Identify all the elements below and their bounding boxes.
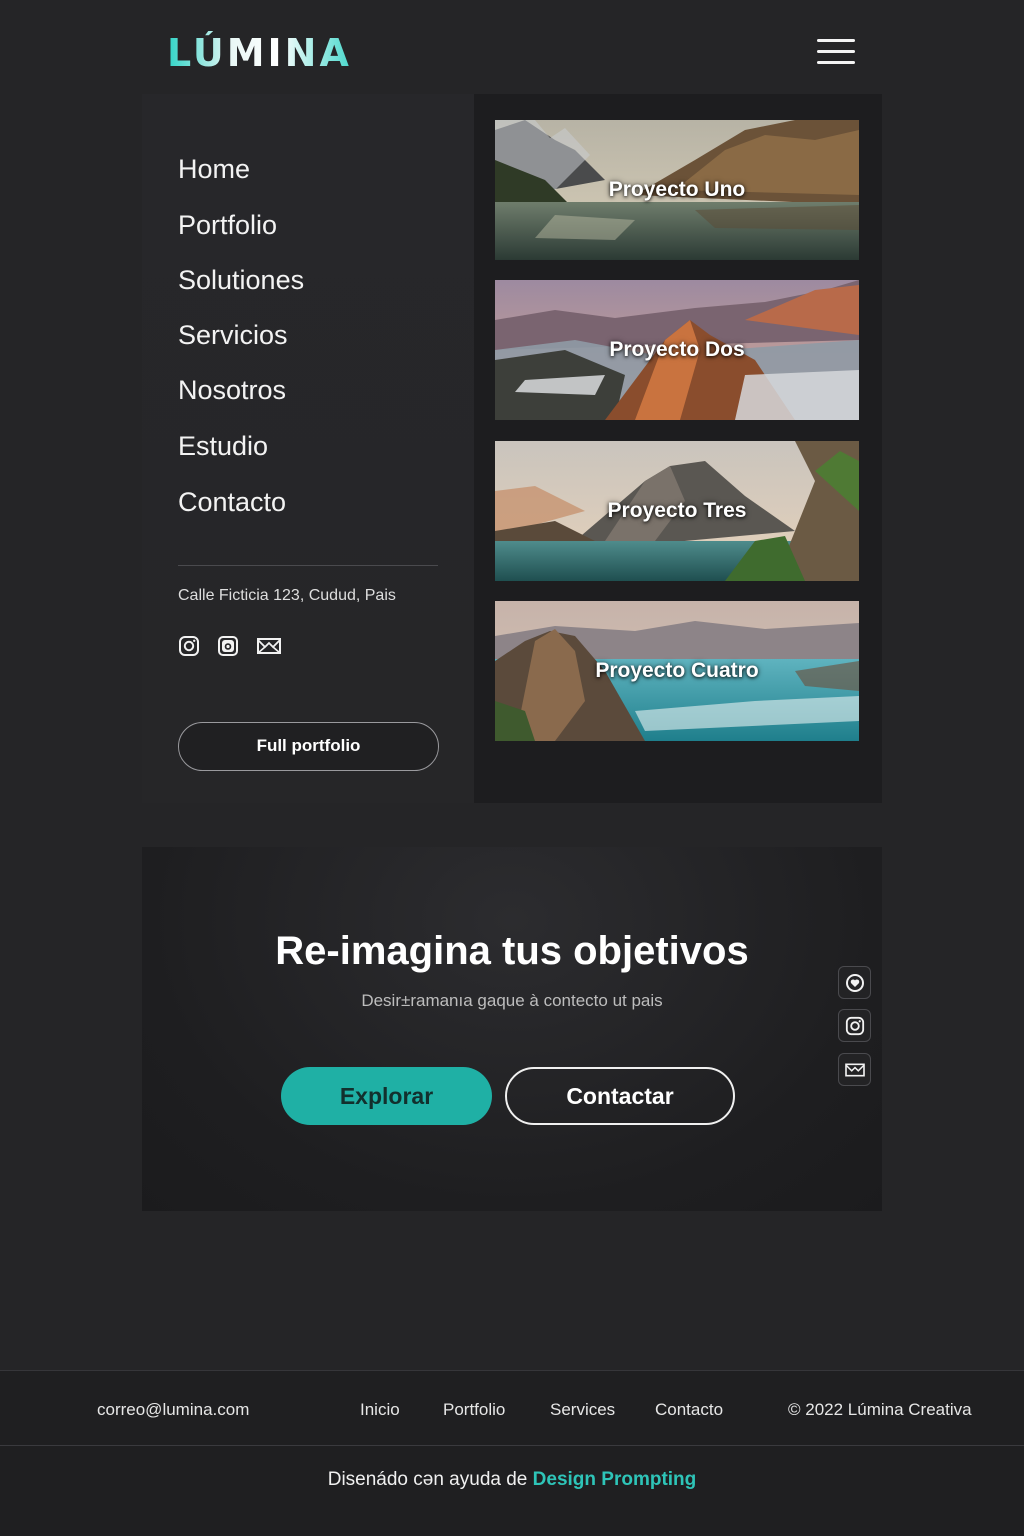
contact-button[interactable]: Contactar (505, 1067, 735, 1125)
explore-button[interactable]: Explorar (281, 1067, 492, 1125)
full-portfolio-button[interactable]: Full portfolio (178, 722, 439, 771)
project-title: Proyecto Tres (607, 499, 747, 522)
footer-link-portfolio[interactable]: Portfolio (443, 1399, 505, 1421)
credit-prefix: Disenádo cən ayuda de (327, 1469, 528, 1490)
instagram-icon[interactable] (178, 635, 200, 657)
social-links (178, 635, 282, 659)
project-gallery: Proyecto Uno Proyecto Dos Proyecto Tres … (474, 94, 882, 803)
project-title: Proyecto Uno (608, 178, 746, 201)
project-card-dos[interactable]: Proyecto Dos (495, 280, 859, 420)
design-prompting-link[interactable]: Design Prompting (533, 1469, 697, 1490)
nav-item-portfolio[interactable]: Portfolio (178, 208, 277, 242)
nav-item-estudio[interactable]: Estudio (178, 429, 268, 463)
nav-divider (178, 565, 438, 566)
hero-subtitle: Desir±ramanıa gaque à contecto ut pais (361, 991, 663, 1010)
copyright-text: © 2022 Lúmina Creativa (788, 1400, 972, 1419)
project-title: Proyecto Cuatro (595, 659, 759, 682)
address-text: Calle Ficticia 123, Cudud, Pais (178, 587, 396, 604)
site-footer: correo@lumina.com Inicio Portfolio Servi… (0, 1370, 1024, 1536)
mail-icon[interactable] (256, 635, 282, 657)
hamburger-menu-icon[interactable] (815, 37, 857, 67)
design-credit: Disenádo cən ayuda de Design Prompting (0, 1468, 1024, 1492)
site-header: LÚMINA (0, 0, 1024, 94)
nav-item-contacto[interactable]: Contacto (178, 485, 286, 519)
hero-section: Re-imagina tus objetivos Desir±ramanıa g… (142, 847, 882, 1211)
footer-email-link[interactable]: correo@lumina.com (97, 1399, 249, 1421)
footer-nav-row: correo@lumina.com Inicio Portfolio Servi… (0, 1371, 1024, 1446)
project-card-cuatro[interactable]: Proyecto Cuatro (495, 601, 859, 741)
footer-link-inicio[interactable]: Inicio (360, 1399, 400, 1421)
project-card-tres[interactable]: Proyecto Tres (495, 441, 859, 581)
instagram-icon[interactable] (838, 1009, 871, 1042)
project-card-uno[interactable]: Proyecto Uno (495, 120, 859, 260)
heart-badge-icon[interactable] (838, 966, 871, 999)
footer-link-contacto[interactable]: Contacto (655, 1399, 723, 1421)
footer-link-services[interactable]: Services (550, 1399, 615, 1421)
mail-icon[interactable] (838, 1053, 871, 1086)
nav-item-home[interactable]: Home (178, 152, 250, 186)
nav-item-servicios[interactable]: Servicios (178, 318, 288, 352)
nav-item-nosotros[interactable]: Nosotros (178, 373, 286, 407)
logo[interactable]: LÚMINA (167, 31, 352, 75)
navigation-panel: Home Portfolio Solutiones Servicios Noso… (142, 94, 474, 803)
hero-title: Re-imagina tus objetivos (275, 929, 749, 973)
nav-item-solutiones[interactable]: Solutiones (178, 263, 304, 297)
camera-icon[interactable] (217, 635, 239, 657)
project-title: Proyecto Dos (609, 338, 745, 361)
